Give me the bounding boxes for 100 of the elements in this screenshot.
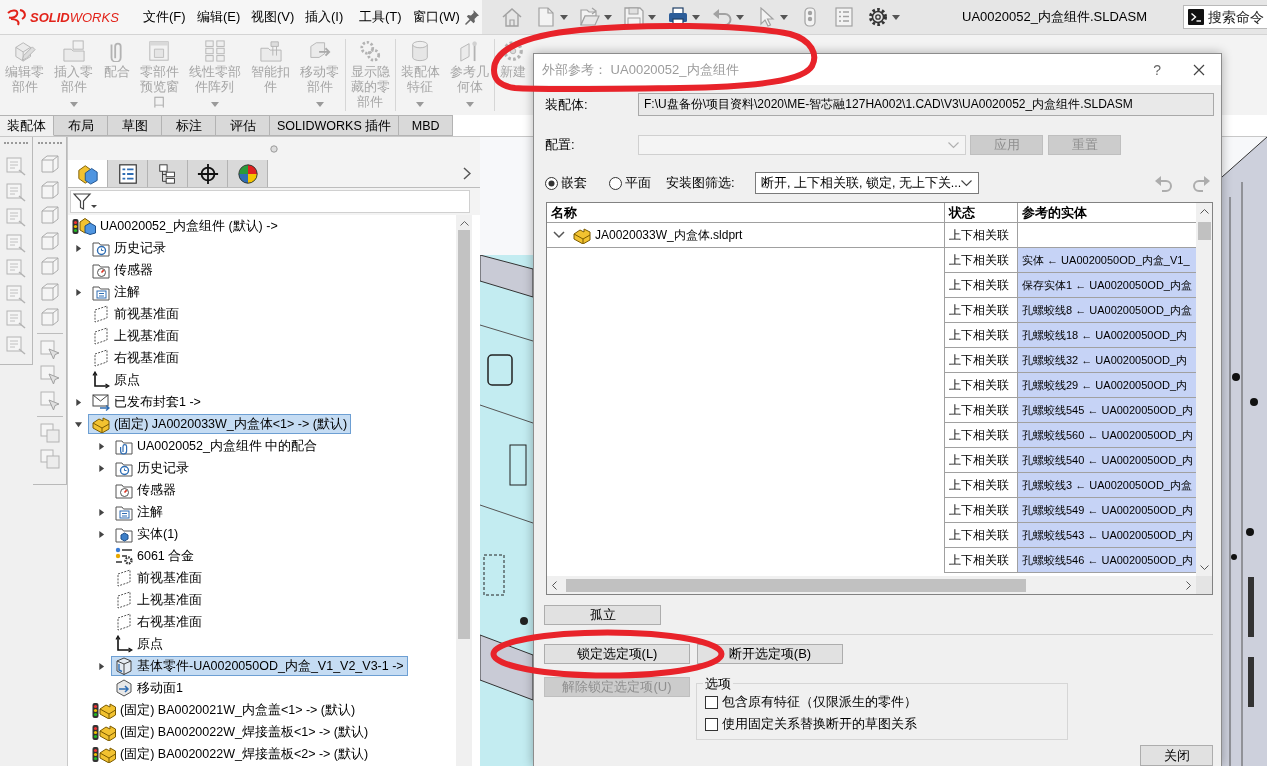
scrollbar-thumb[interactable] [1197, 222, 1211, 240]
panel-tab[interactable] [188, 160, 228, 187]
radio-button[interactable]: 平面 [609, 174, 651, 192]
cube-icon[interactable] [39, 281, 60, 302]
cube-icon[interactable] [39, 205, 60, 225]
horizontal-scrollbar[interactable] [547, 576, 1196, 594]
panel-tab[interactable] [108, 160, 148, 187]
document-tool-icon[interactable] [6, 258, 26, 278]
chevron-down-icon[interactable] [553, 231, 565, 239]
caret-right-icon[interactable] [98, 464, 105, 472]
document-tool-icon[interactable] [6, 334, 26, 355]
scroll-down-icon[interactable] [1199, 565, 1209, 570]
close-icon[interactable] [1193, 63, 1205, 76]
tree-item[interactable]: UA0020052_内盒组件 (默认) -> [68, 216, 282, 236]
document-tool-icon[interactable] [6, 156, 26, 176]
tree-item[interactable]: 实体(1) [111, 524, 183, 544]
menu-item[interactable]: 窗口(W) [407, 8, 461, 26]
checkbox-option[interactable]: 使用固定关系替换断开的草图关系 [705, 713, 1059, 735]
panel-tab[interactable] [148, 160, 188, 187]
document-tool-icon[interactable] [6, 207, 26, 227]
tree-item[interactable]: 原点 [88, 370, 144, 390]
caret-down-icon[interactable] [75, 420, 82, 428]
path-field[interactable]: F:\U盘备份\项目资料\2020\ME-智芯融127HA002\1.CAD\V3\UA0020052_内盒组件.SLDASM [638, 93, 1214, 116]
tree-item[interactable]: 基体零件-UA0020050OD_内盒_V1_V2_V3-1 -> [111, 656, 408, 676]
column-header[interactable]: 状态 [945, 203, 1018, 223]
tab[interactable]: 标注 [162, 115, 216, 136]
caret-right-icon[interactable] [75, 398, 82, 406]
tree-item[interactable]: 注解 [111, 502, 167, 522]
radio-icon[interactable] [609, 176, 622, 190]
checkbox-option[interactable]: 包含原有特征（仅限派生的零件） [705, 691, 1059, 713]
tree-item[interactable]: 6061 合金 [111, 546, 199, 566]
checkbox[interactable] [705, 717, 718, 731]
cube-icon[interactable] [39, 307, 60, 327]
caret-right-icon[interactable] [75, 244, 82, 252]
close-button[interactable]: 关闭 [1140, 745, 1213, 766]
caret-right-icon[interactable] [98, 530, 105, 538]
scroll-up-icon[interactable] [1199, 209, 1209, 214]
cube-icon[interactable] [39, 179, 60, 200]
tab[interactable]: MBD [399, 115, 454, 136]
menu-item[interactable]: 文件(F) [137, 8, 191, 26]
tree-item[interactable]: (固定) JA0020033W_内盒体<1> -> (默认) [88, 414, 352, 434]
cube-icon[interactable] [39, 230, 60, 251]
caret-right-icon[interactable] [75, 288, 82, 296]
tree-item[interactable]: 移动面1 [111, 678, 187, 698]
caret-right-icon[interactable] [98, 662, 105, 670]
radio-icon[interactable] [545, 176, 558, 190]
tab[interactable]: SOLIDWORKS 插件 [270, 115, 400, 136]
caret-icon[interactable] [892, 14, 900, 20]
tree-item[interactable]: (固定) BA0020022W_焊接盖板<1> -> (默认) [88, 722, 373, 742]
filter-dropdown[interactable]: 断开, 上下相关联, 锁定, 无上下关... [755, 172, 979, 194]
tree-item[interactable]: 前视基准面 [111, 568, 206, 588]
tree-item[interactable]: UA0020052_内盒组件 中的配合 [111, 436, 322, 456]
filter-field[interactable] [70, 190, 470, 213]
tree-item[interactable]: (固定) BA0020021W_内盒盖<1> -> (默认) [88, 700, 360, 720]
tab[interactable]: 草图 [108, 115, 162, 136]
tree-item[interactable]: 传感器 [111, 480, 180, 500]
pointer-box-icon[interactable] [39, 339, 60, 360]
pin-icon[interactable] [464, 9, 480, 25]
menu-item[interactable]: 插入(I) [299, 8, 353, 26]
document-tool-icon[interactable] [6, 232, 26, 253]
tab[interactable]: 装配体 [0, 115, 54, 136]
tree-item[interactable]: 上视基准面 [88, 326, 183, 346]
settings-icon[interactable] [868, 7, 888, 27]
copy-icon[interactable] [39, 448, 60, 469]
tree-item[interactable]: 历史记录 [88, 238, 170, 258]
caret-icon[interactable] [692, 14, 700, 20]
menu-item[interactable]: 编辑(E) [191, 8, 245, 26]
search-field[interactable]: 搜索命令 [1183, 5, 1267, 29]
filter-icon[interactable] [73, 191, 97, 212]
vertical-scrollbar[interactable] [1196, 203, 1212, 576]
tree-item[interactable]: 前视基准面 [88, 304, 183, 324]
tree-item[interactable]: 上视基准面 [111, 590, 206, 610]
copy-icon[interactable] [39, 423, 60, 443]
document-tool-icon[interactable] [6, 309, 26, 329]
document-tool-icon[interactable] [6, 181, 26, 202]
checkbox[interactable] [705, 695, 718, 709]
caret-right-icon[interactable] [98, 508, 105, 516]
pointer-box-icon[interactable] [39, 365, 60, 385]
column-header[interactable]: 名称 [547, 203, 945, 223]
scrollbar-thumb[interactable] [458, 230, 470, 639]
tree-item[interactable]: (固定) BA0020022W_焊接盖板<2> -> (默认) [88, 744, 373, 764]
pointer-box-icon[interactable] [39, 390, 60, 411]
tree-item[interactable]: 已发布封套1 -> [88, 392, 205, 412]
scrollbar-thumb[interactable] [566, 578, 1026, 592]
isolate-button[interactable]: 孤立 [544, 605, 661, 625]
cube-icon[interactable] [39, 154, 60, 174]
tree-item[interactable]: 传感器 [88, 260, 157, 280]
scroll-right-icon[interactable] [1186, 580, 1191, 590]
scroll-up-icon[interactable] [459, 221, 469, 226]
vertical-scrollbar[interactable] [456, 215, 472, 766]
handle-icon[interactable] [270, 144, 278, 153]
tree-item[interactable]: 历史记录 [111, 458, 193, 478]
document-tool-icon[interactable] [6, 283, 26, 304]
dialog-button[interactable]: 锁定选定项(L) [544, 644, 690, 664]
tree-item[interactable]: 右视基准面 [111, 612, 206, 632]
help-button[interactable]: ? [1153, 61, 1161, 78]
tab[interactable]: 评估 [216, 115, 270, 136]
tree-item[interactable]: 右视基准面 [88, 348, 183, 368]
radio-button[interactable]: 嵌套 [545, 174, 587, 192]
tree-item[interactable]: 注解 [88, 282, 144, 302]
